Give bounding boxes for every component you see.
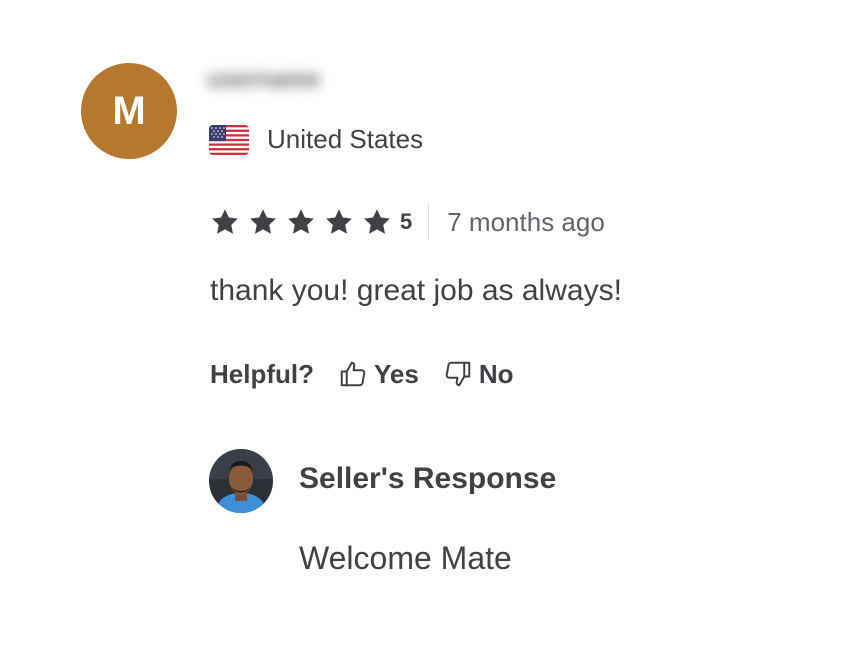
country-name: United States (267, 124, 424, 154)
star-icon (362, 207, 392, 237)
thumbs-down-icon (445, 361, 471, 387)
seller-photo-image (209, 449, 273, 513)
avatar-initial: M (112, 88, 146, 133)
star-icon (324, 207, 354, 237)
seller-response-title: Seller's Response (299, 462, 557, 495)
rating-divider (428, 204, 430, 240)
reviewer-country: United States (209, 124, 423, 155)
review-text: thank you! great job as always! (210, 274, 622, 307)
rating-value: 5 (400, 209, 413, 234)
star-icon (286, 207, 316, 237)
rating-row: 5 7 months ago (210, 202, 605, 242)
helpful-yes-label: Yes (374, 358, 419, 389)
helpful-no-label: No (478, 358, 514, 389)
helpful-label: Helpful? (210, 358, 314, 389)
us-flag-icon (209, 124, 249, 155)
helpful-row: Helpful? Yes No (210, 356, 514, 392)
reviewer-username: username (207, 66, 363, 96)
review-time: 7 months ago (447, 206, 605, 237)
seller-avatar (209, 449, 273, 513)
star-icon (248, 207, 278, 237)
seller-response-text: Welcome Mate (299, 540, 512, 576)
helpful-yes-button[interactable]: Yes (338, 359, 419, 390)
thumbs-up-icon (340, 361, 366, 387)
reviewer-username-blurred: username (207, 66, 321, 93)
star-rating (210, 207, 400, 237)
star-icon (210, 207, 240, 237)
reviewer-avatar: M (81, 63, 177, 159)
helpful-no-button[interactable]: No (443, 359, 514, 390)
